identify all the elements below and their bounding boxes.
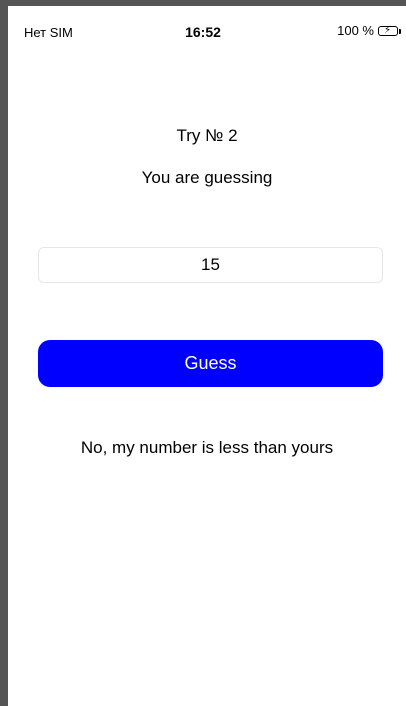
- try-count-label: Try № 2: [176, 126, 238, 145]
- status-bar: Нет SIM 16:52 100 % ⚡: [8, 6, 401, 46]
- battery-icon: ⚡: [378, 24, 401, 36]
- guess-button[interactable]: Guess: [38, 340, 383, 387]
- result-message: No, my number is less than yours: [80, 438, 334, 457]
- charging-bolt-icon: ⚡: [384, 24, 392, 36]
- battery-indicator: 100 % ⚡: [337, 23, 401, 38]
- battery-cap: [399, 28, 401, 34]
- game-status-label: You are guessing: [141, 168, 273, 187]
- battery-percent: 100 %: [337, 23, 374, 38]
- guess-number-input[interactable]: [38, 247, 383, 283]
